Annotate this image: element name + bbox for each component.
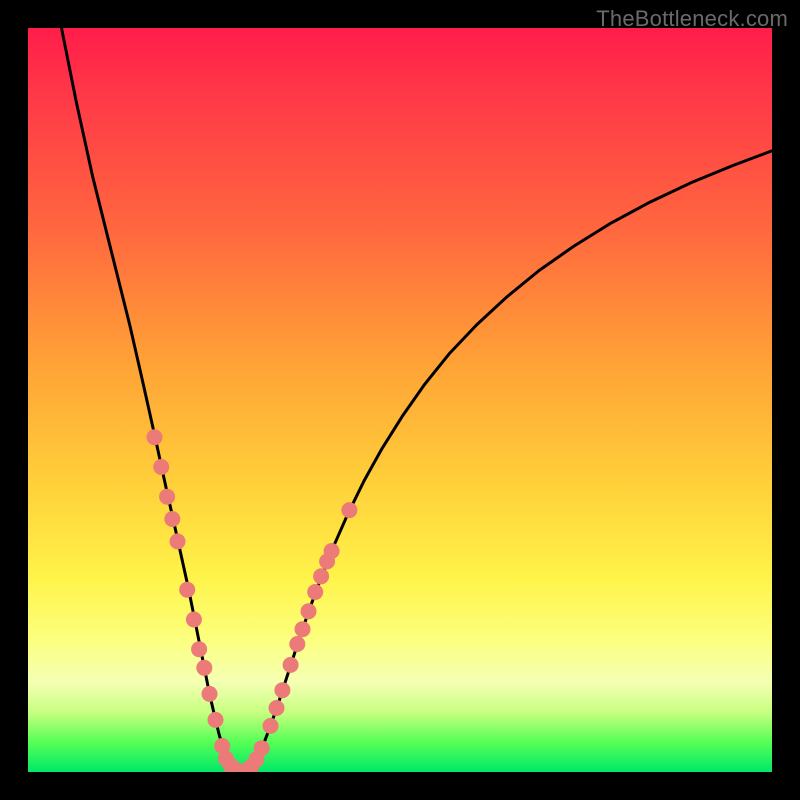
right-curve [242,151,772,772]
plot-area [28,28,772,772]
outer-frame: TheBottleneck.com [0,0,800,800]
scatter-dots [147,429,358,772]
watermark-text: TheBottleneck.com [596,6,788,32]
left-curve [62,28,243,772]
curve-overlay [28,28,772,772]
